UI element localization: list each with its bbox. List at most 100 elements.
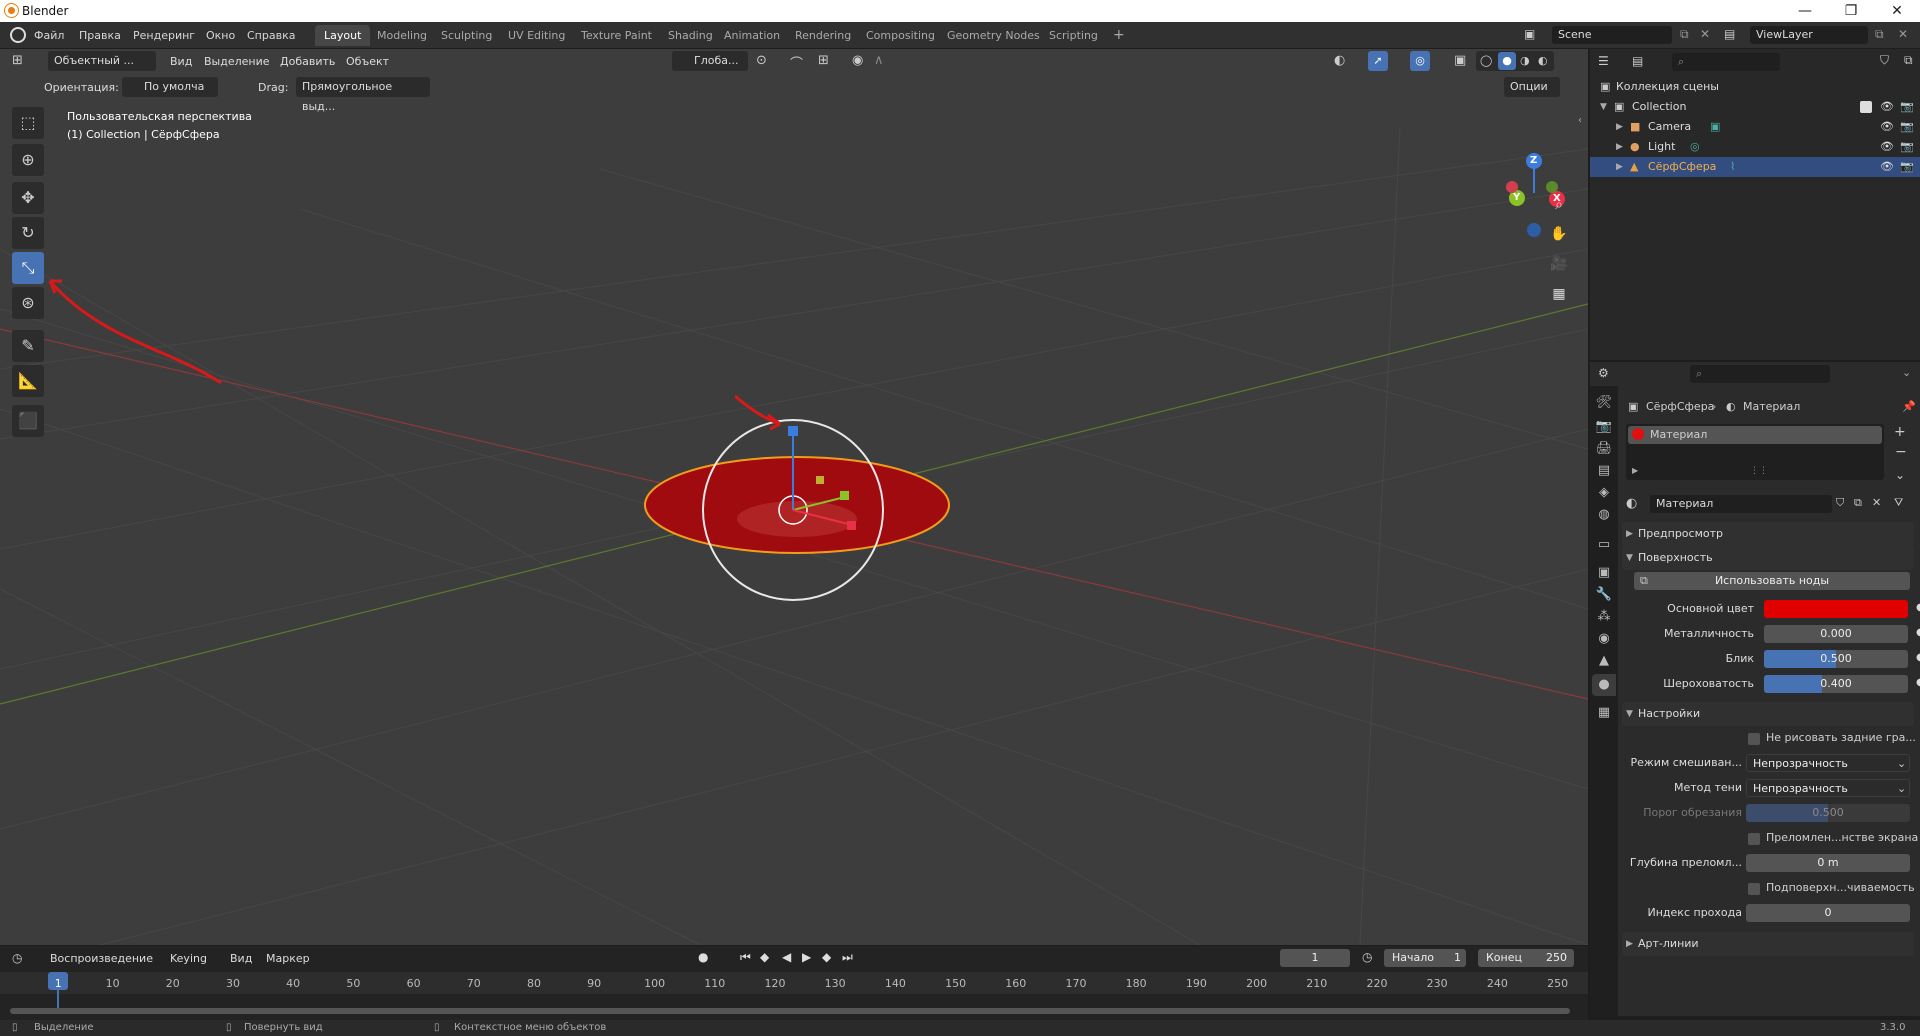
panel-lineart[interactable]: ▶ Арт-линии	[1622, 932, 1914, 956]
material-name-field[interactable]: Материал	[1650, 495, 1832, 513]
menu-render[interactable]: Рендеринг	[133, 29, 195, 42]
tab-shading[interactable]: Shading	[659, 25, 722, 46]
viewlayer-icon[interactable]: ▤	[1724, 27, 1735, 41]
expand-arrow-icon[interactable]: ▶	[1632, 466, 1638, 475]
add-slot-button[interactable]: +	[1894, 424, 1906, 440]
keyframe-dot-icon[interactable]: ●	[1916, 677, 1920, 688]
keyframe-dot-icon[interactable]: ●	[1916, 602, 1920, 613]
new-scene-icon[interactable]: ⧉	[1680, 27, 1689, 42]
clip-threshold-slider[interactable]: 0.500	[1746, 804, 1910, 822]
ortho-grid-icon[interactable]: ▦	[1547, 282, 1571, 306]
light-data-icon[interactable]: ◎	[1690, 137, 1700, 157]
new-collection-icon[interactable]: ⧉	[1904, 53, 1913, 68]
delete-scene-icon[interactable]: ✕	[1700, 27, 1710, 41]
panel-preview[interactable]: ▶ Предпросмотр	[1622, 522, 1914, 546]
remove-slot-button[interactable]: −	[1895, 444, 1907, 460]
menu-file[interactable]: Файл	[34, 29, 64, 42]
collection-tab-icon[interactable]: ▭	[1592, 534, 1616, 556]
outliner-collection[interactable]: ▼ ▣ Collection 👁 📷	[1590, 97, 1920, 117]
drag-dropdown[interactable]: Прямоугольное выд...	[296, 77, 430, 113]
pass-index-field[interactable]: 0	[1746, 904, 1910, 922]
rendered-shading-icon[interactable]: ◐	[1538, 54, 1548, 67]
output-tab-icon[interactable]: 🖨	[1592, 438, 1616, 460]
render-camera-icon[interactable]: 📷	[1900, 117, 1914, 137]
viewlayer-name-field[interactable]: ViewLayer	[1750, 26, 1868, 44]
object-tab-icon[interactable]: ▣	[1592, 562, 1616, 584]
blend-mode-dropdown[interactable]: Непрозрачность ⌄	[1746, 754, 1910, 772]
blender-menu-icon[interactable]	[10, 27, 26, 43]
menu-select[interactable]: Выделение	[204, 55, 270, 68]
modifier-icon[interactable]: ⌇	[1730, 157, 1735, 177]
menu-window[interactable]: Окно	[206, 29, 235, 42]
render-camera-icon[interactable]: 📷	[1900, 137, 1914, 157]
add-workspace-button[interactable]: +	[1104, 25, 1134, 46]
outliner-item-camera[interactable]: ▶ ■ Camera ▣ 👁 📷	[1590, 117, 1920, 137]
proportional-edit-icon[interactable]: ◉	[852, 53, 863, 68]
snap-target-icon[interactable]: ⊞	[818, 53, 829, 68]
new-viewlayer-icon[interactable]: ⧉	[1875, 27, 1884, 42]
minimize-button[interactable]: —	[1782, 0, 1828, 22]
tab-compositing[interactable]: Compositing	[857, 25, 944, 46]
menu-view[interactable]: Вид	[170, 55, 192, 68]
nav-gizmo-z-label[interactable]: Z	[1530, 155, 1537, 166]
tab-animation[interactable]: Animation	[715, 25, 789, 46]
snap-icon[interactable]: ⌒	[790, 53, 803, 72]
annotate-tool[interactable]: ✎	[12, 330, 44, 362]
pin-icon[interactable]: 📌	[1902, 400, 1916, 413]
eye-icon[interactable]: 👁	[1880, 157, 1894, 177]
gizmo-toggle-icon[interactable]: ➚	[1368, 51, 1388, 71]
render-camera-icon[interactable]: 📷	[1900, 157, 1914, 177]
tab-sculpting[interactable]: Sculpting	[432, 25, 501, 46]
select-box-tool[interactable]: ⬚	[12, 107, 44, 139]
sss-translucency-checkbox[interactable]	[1748, 883, 1760, 895]
keyframe-dot-icon[interactable]: ●	[1916, 652, 1920, 663]
outliner-item-mesh[interactable]: ▶ ▲ СёрфСфера ⌇ 👁 📷	[1590, 157, 1920, 177]
tab-texture-paint[interactable]: Texture Paint	[572, 25, 661, 46]
keyframe-dot-icon[interactable]: ●	[1916, 627, 1920, 638]
fake-user-icon[interactable]: ⛉	[1836, 496, 1844, 510]
pivot-point-icon[interactable]: ⊙	[756, 53, 767, 68]
tool-tab-icon[interactable]: 🛠	[1592, 392, 1616, 414]
expand-arrow-icon[interactable]: ▶	[1616, 157, 1623, 177]
exclude-checkbox[interactable]	[1860, 101, 1872, 113]
material-slot[interactable]: Материал	[1628, 426, 1882, 444]
expand-arrow-icon[interactable]: ▼	[1600, 97, 1607, 117]
eye-icon[interactable]: 👁	[1880, 97, 1894, 117]
rotate-tool[interactable]: ↻	[12, 217, 44, 249]
tab-uv-editing[interactable]: UV Editing	[499, 25, 574, 46]
render-tab-icon[interactable]: 📷	[1592, 416, 1616, 438]
use-nodes-button[interactable]: ⧉ Использовать ноды	[1634, 572, 1910, 590]
resize-handle-icon[interactable]: ⋮⋮	[1750, 466, 1768, 476]
slot-menu-icon[interactable]: ⌄	[1895, 468, 1905, 482]
scene-tab-icon[interactable]: ◈	[1592, 482, 1616, 504]
world-tab-icon[interactable]: ◍	[1592, 504, 1616, 526]
expand-arrow-icon[interactable]: ▶	[1616, 117, 1623, 137]
material-shading-icon[interactable]: ◑	[1520, 54, 1530, 67]
particles-tab-icon[interactable]: ⁂	[1592, 606, 1616, 628]
refraction-depth-field[interactable]: 0 m	[1746, 854, 1910, 872]
unlink-material-icon[interactable]: ✕	[1872, 496, 1881, 509]
expand-arrow-icon[interactable]: ▶	[1616, 137, 1623, 157]
tab-geometry-nodes[interactable]: Geometry Nodes	[938, 25, 1049, 46]
eye-icon[interactable]: 👁	[1880, 117, 1894, 137]
panel-surface[interactable]: ▼ Поверхность	[1622, 546, 1914, 570]
delete-viewlayer-icon[interactable]: ✕	[1898, 27, 1908, 41]
tab-scripting[interactable]: Scripting	[1040, 25, 1107, 46]
solid-shading-icon[interactable]: ●	[1498, 52, 1516, 70]
duplicate-material-icon[interactable]: ⧉	[1854, 496, 1862, 510]
data-tab-icon[interactable]: ▲	[1592, 650, 1616, 672]
scene-name-field[interactable]: Scene	[1552, 26, 1672, 44]
orientation-dropdown[interactable]: По умолча	[122, 77, 218, 97]
transform-tool[interactable]: ⊛	[12, 287, 44, 319]
texture-tab-icon[interactable]: ▦	[1592, 702, 1616, 724]
close-button[interactable]: ✕	[1874, 0, 1920, 22]
options-dropdown[interactable]: Опции	[1504, 77, 1560, 97]
overlay-toggle-icon[interactable]: ◎	[1410, 51, 1430, 71]
outliner-search-input[interactable]: ⌕	[1672, 53, 1780, 71]
modifier-tab-icon[interactable]: 🔧	[1592, 584, 1616, 606]
measure-tool[interactable]: 📐	[12, 365, 44, 397]
timeline-scrollbar[interactable]	[10, 1008, 1570, 1014]
outliner-scene-collection[interactable]: ▣ Коллекция сцены	[1590, 77, 1920, 97]
roughness-slider[interactable]: 0.400	[1764, 675, 1908, 693]
browse-material-icon[interactable]: ◐	[1626, 496, 1637, 511]
